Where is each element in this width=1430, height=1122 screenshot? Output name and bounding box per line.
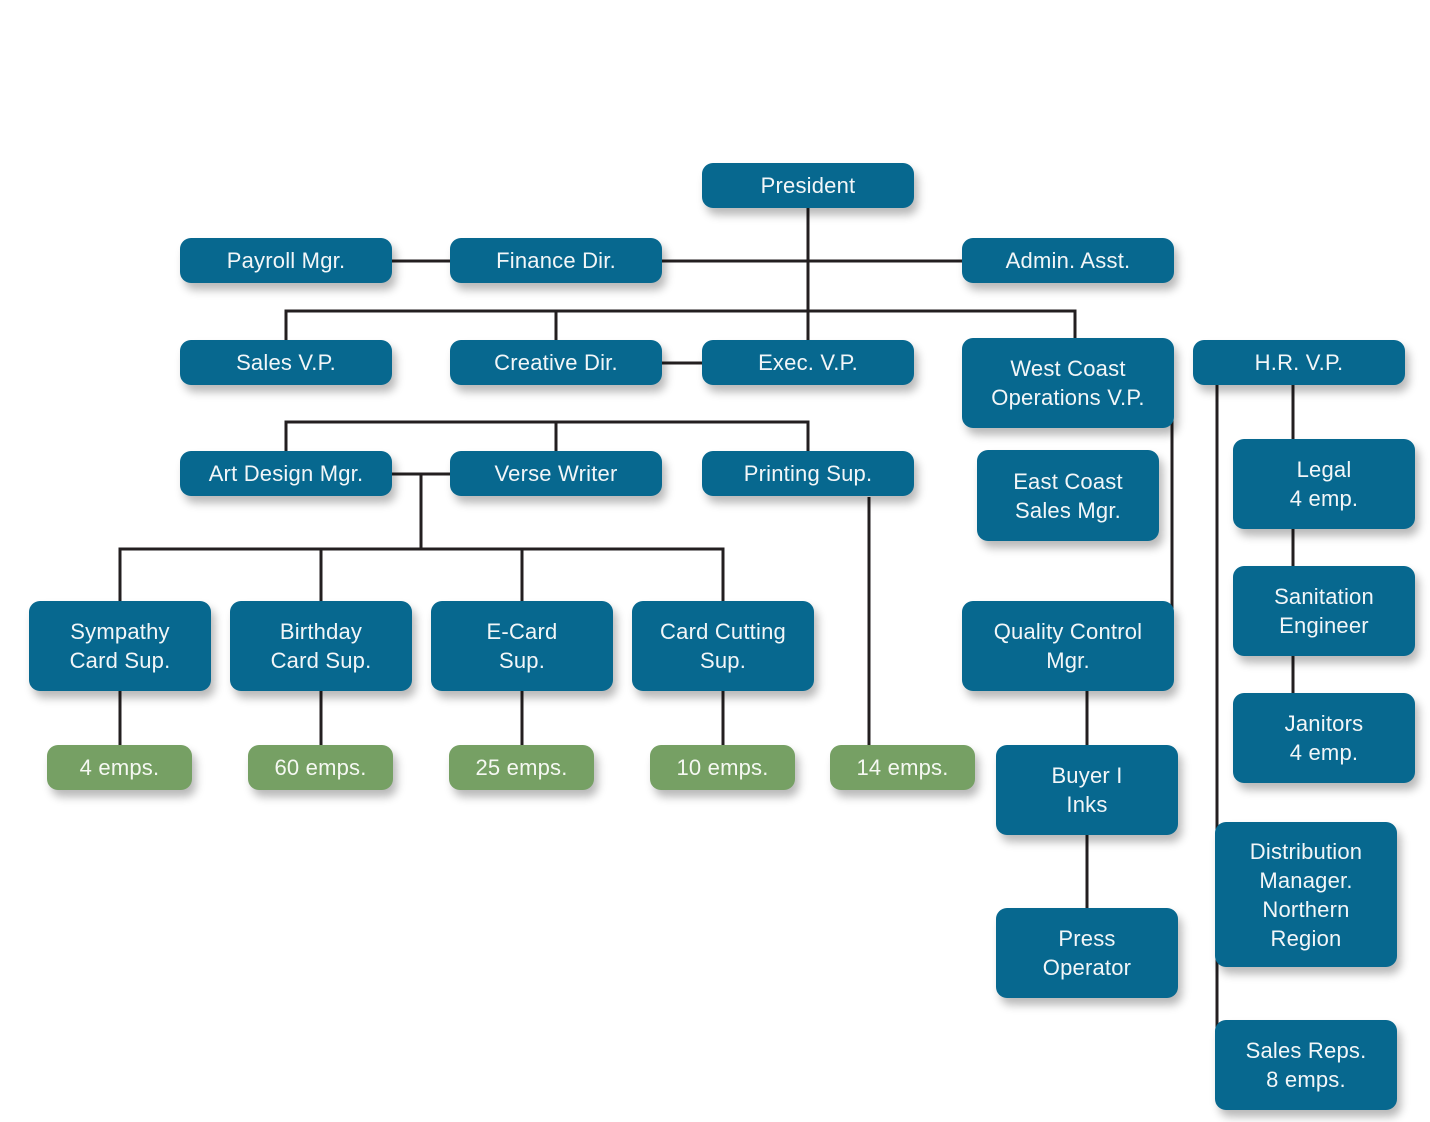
connector-sup-bar bbox=[118, 547, 725, 602]
node-printing-sup: Printing Sup. bbox=[702, 451, 914, 496]
node-emps-birthday: 60 emps. bbox=[248, 745, 393, 790]
node-sales-reps: Sales Reps. 8 emps. bbox=[1215, 1020, 1397, 1110]
node-quality-control-mgr: Quality Control Mgr. bbox=[962, 601, 1174, 691]
node-legal: Legal 4 emp. bbox=[1233, 439, 1415, 529]
node-east-coast-sales-mgr: East Coast Sales Mgr. bbox=[977, 450, 1159, 541]
node-distribution-manager: Distribution Manager. Northern Region bbox=[1215, 822, 1397, 967]
node-finance-dir: Finance Dir. bbox=[450, 238, 662, 283]
node-emps-printing: 14 emps. bbox=[830, 745, 975, 790]
node-sales-vp: Sales V.P. bbox=[180, 340, 392, 385]
connector-manager-bar bbox=[284, 420, 810, 451]
node-admin-asst: Admin. Asst. bbox=[962, 238, 1174, 283]
node-emps-card-cutting: 10 emps. bbox=[650, 745, 795, 790]
node-card-cutting-sup: Card Cutting Sup. bbox=[632, 601, 814, 691]
node-exec-vp: Exec. V.P. bbox=[702, 340, 914, 385]
node-press-operator: Press Operator bbox=[996, 908, 1178, 998]
connector-vp-bar bbox=[284, 309, 1077, 340]
node-birthday-card-sup: Birthday Card Sup. bbox=[230, 601, 412, 691]
node-creative-dir: Creative Dir. bbox=[450, 340, 662, 385]
node-janitors: Janitors 4 emp. bbox=[1233, 693, 1415, 783]
node-payroll-mgr: Payroll Mgr. bbox=[180, 238, 392, 283]
node-buyer-inks: Buyer I Inks bbox=[996, 745, 1178, 835]
node-art-design-mgr: Art Design Mgr. bbox=[180, 451, 392, 496]
node-emps-ecard: 25 emps. bbox=[449, 745, 594, 790]
node-verse-writer: Verse Writer bbox=[450, 451, 662, 496]
node-west-coast-ops-vp: West Coast Operations V.P. bbox=[962, 338, 1174, 428]
node-ecard-sup: E-Card Sup. bbox=[431, 601, 613, 691]
node-sanitation-engineer: Sanitation Engineer bbox=[1233, 566, 1415, 656]
node-hr-vp: H.R. V.P. bbox=[1193, 340, 1405, 385]
node-sympathy-card-sup: Sympathy Card Sup. bbox=[29, 601, 211, 691]
node-president: President bbox=[702, 163, 914, 208]
node-emps-sympathy: 4 emps. bbox=[47, 745, 192, 790]
